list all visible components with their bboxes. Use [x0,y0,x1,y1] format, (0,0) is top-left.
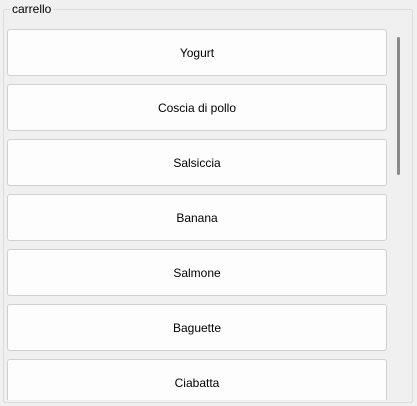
cart-item-button[interactable]: Ciabatta [7,359,387,400]
cart-item-button[interactable]: Salmone [7,249,387,296]
cart-item-button[interactable]: Banana [7,194,387,241]
scrollbar-thumb[interactable] [397,37,400,175]
cart-item-button[interactable]: Coscia di pollo [7,84,387,131]
cart-item-button[interactable]: Salsiccia [7,139,387,186]
cart-item-button[interactable]: Yogurt [7,29,387,76]
cart-scroll-area[interactable]: Yogurt Coscia di pollo Salsiccia Banana … [6,29,408,400]
cart-item-list: Yogurt Coscia di pollo Salsiccia Banana … [6,29,388,400]
vertical-scrollbar[interactable] [391,29,408,400]
cart-item-button[interactable]: Baguette [7,304,387,351]
cart-group-title: carrello [10,2,54,16]
